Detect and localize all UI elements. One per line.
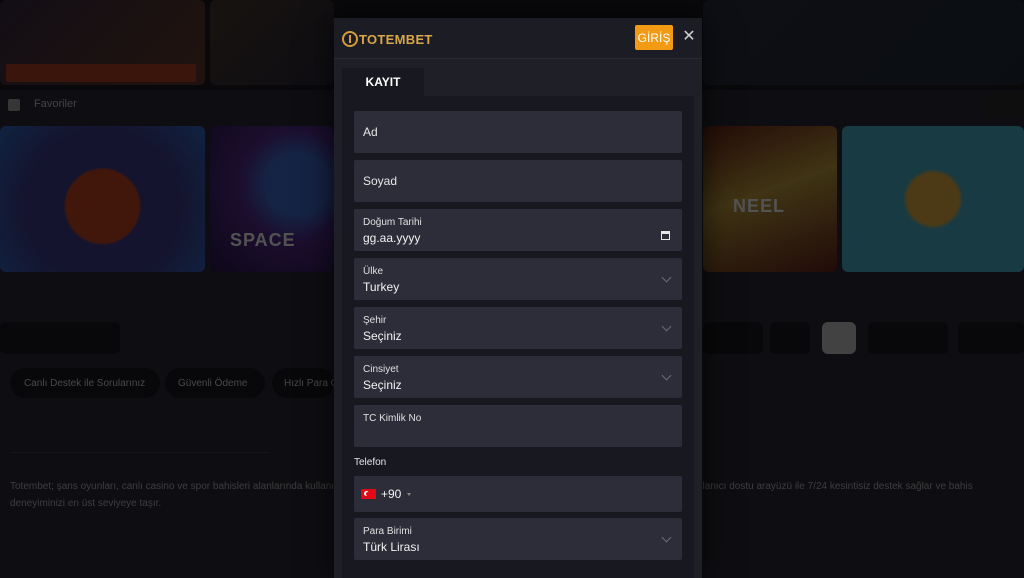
turkey-flag-icon[interactable] bbox=[361, 489, 376, 499]
bg-game-card[interactable]: SPACE bbox=[210, 126, 334, 272]
first-name-field[interactable]: Ad bbox=[354, 111, 682, 153]
bg-game-thumbnail[interactable] bbox=[210, 0, 334, 85]
tc-id-field[interactable]: TC Kimlik No bbox=[354, 405, 682, 447]
bg-filter-pill[interactable] bbox=[770, 322, 810, 354]
country-value: Turkey bbox=[363, 280, 400, 294]
bg-game-card[interactable] bbox=[842, 126, 1024, 272]
last-name-placeholder: Soyad bbox=[363, 174, 398, 188]
country-label: Ülke bbox=[363, 266, 384, 277]
birthdate-label: Doğum Tarihi bbox=[363, 217, 422, 228]
city-value: Seçiniz bbox=[363, 329, 402, 343]
chevron-down-icon bbox=[661, 272, 672, 283]
city-label: Şehir bbox=[363, 315, 387, 326]
bg-filter-pill[interactable] bbox=[868, 322, 948, 354]
bg-divider bbox=[10, 452, 270, 453]
chevron-down-icon bbox=[661, 532, 672, 543]
bg-card-caption: SPACE bbox=[230, 230, 296, 250]
calendar-icon[interactable] bbox=[661, 231, 670, 240]
login-button[interactable]: GİRİŞ bbox=[635, 25, 673, 50]
bg-card-caption: NEEL bbox=[733, 196, 786, 216]
bg-chip-label: Hızlı Para Çekme bbox=[284, 378, 334, 389]
bg-game-thumbnail[interactable] bbox=[703, 0, 1024, 85]
gender-select[interactable]: Cinsiyet Seçiniz bbox=[354, 356, 682, 398]
phone-section-label: Telefon bbox=[354, 457, 387, 468]
first-name-placeholder: Ad bbox=[363, 125, 378, 139]
bg-nav-button[interactable] bbox=[985, 92, 1024, 118]
tc-id-label: TC Kimlik No bbox=[363, 413, 422, 424]
bg-promo-banner bbox=[6, 64, 196, 82]
totem-logo-icon bbox=[342, 31, 358, 47]
chevron-down-icon bbox=[661, 370, 672, 381]
bg-filter-pill[interactable] bbox=[958, 322, 1024, 354]
bg-filter-pill[interactable] bbox=[703, 322, 763, 354]
phone-field[interactable]: +90 bbox=[354, 476, 682, 512]
bg-game-card[interactable]: NEEL bbox=[703, 126, 837, 272]
currency-label: Para Birimi bbox=[363, 526, 412, 537]
modal-header: TOTEMBET GİRİŞ ✕ bbox=[334, 18, 702, 59]
tab-register[interactable]: KAYIT bbox=[342, 68, 424, 96]
tab-bar: KAYIT bbox=[334, 68, 702, 96]
bg-favorites-icon bbox=[8, 99, 20, 111]
close-icon[interactable]: ✕ bbox=[680, 28, 698, 46]
bg-filter-pill[interactable] bbox=[822, 322, 856, 354]
brand-logo-text: TOTEMBET bbox=[359, 31, 433, 47]
gender-value: Seçiniz bbox=[363, 378, 402, 392]
last-name-field[interactable]: Soyad bbox=[354, 160, 682, 202]
bg-nav-label[interactable]: Favoriler bbox=[34, 98, 77, 110]
brand-logo[interactable]: TOTEMBET bbox=[342, 30, 433, 48]
city-select[interactable]: Şehir Seçiniz bbox=[354, 307, 682, 349]
bg-game-card[interactable] bbox=[0, 126, 205, 272]
bg-chip-label: Güvenli Ödeme bbox=[178, 378, 248, 389]
chevron-down-icon bbox=[661, 321, 672, 332]
currency-select[interactable]: Para Birimi Türk Lirası bbox=[354, 518, 682, 560]
registration-modal: TOTEMBET GİRİŞ ✕ KAYIT Ad Soyad Doğum Ta… bbox=[334, 18, 702, 578]
birthdate-value: gg.aa.yyyy bbox=[363, 231, 421, 245]
phone-dial-code: +90 bbox=[381, 487, 402, 501]
bg-filter-row[interactable] bbox=[0, 322, 120, 354]
dial-caret-icon[interactable] bbox=[407, 493, 411, 496]
birthdate-field[interactable]: Doğum Tarihi gg.aa.yyyy bbox=[354, 209, 682, 251]
bg-chip-label: Canlı Destek ile Sorularınız bbox=[24, 378, 146, 389]
currency-value: Türk Lirası bbox=[363, 540, 420, 554]
gender-label: Cinsiyet bbox=[363, 364, 399, 375]
country-select[interactable]: Ülke Turkey bbox=[354, 258, 682, 300]
registration-form: Ad Soyad Doğum Tarihi gg.aa.yyyy Ülke Tu… bbox=[342, 96, 694, 578]
